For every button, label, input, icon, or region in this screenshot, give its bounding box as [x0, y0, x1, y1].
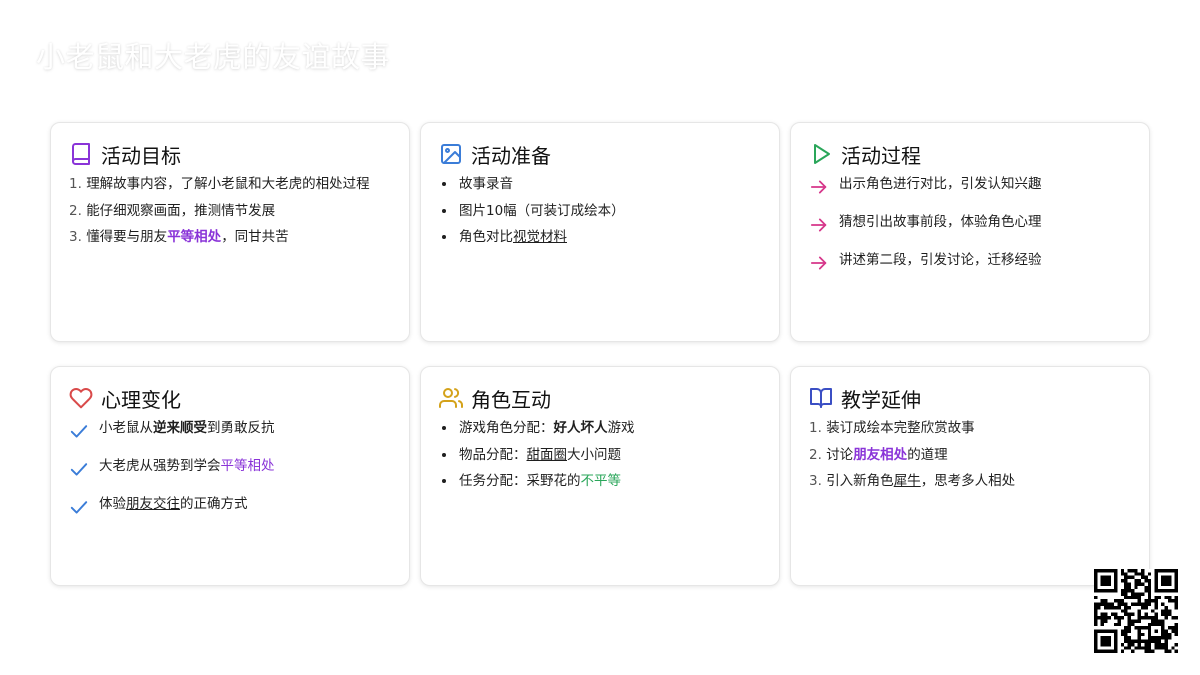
- book-icon: [69, 142, 93, 166]
- page-title: 小老鼠和大老虎的友谊故事: [36, 40, 391, 74]
- list-item: 装订成绘本完整欣赏故事: [826, 420, 975, 436]
- arrow-right-icon: [809, 251, 839, 271]
- open-book-icon: [809, 386, 833, 410]
- list-item: 物品分配：甜面圈大小问题: [457, 446, 761, 464]
- list-item: 图片10幅（可装订成绘本）: [457, 202, 761, 220]
- card-roles: 角色互动 游戏角色分配：好人坏人游戏 物品分配：甜面圈大小问题 任务分配：采野花…: [420, 366, 780, 586]
- highlight-text: 平等相处: [167, 229, 222, 245]
- check-icon: [69, 457, 99, 477]
- arrow-right-icon: [809, 175, 839, 195]
- list-item: 猜想引出故事前段，体验角色心理: [809, 213, 1131, 233]
- card-title: 教学延伸: [841, 387, 921, 412]
- bold-text: 好人坏人: [553, 420, 608, 436]
- list-item: 引入新角色犀牛，思考多人相处: [826, 473, 1016, 489]
- card-prep: 活动准备 故事录音 图片10幅（可装订成绘本） 角色对比视觉材料: [420, 122, 780, 342]
- card-title: 角色互动: [471, 387, 551, 412]
- list-item: 出示角色进行对比，引发认知兴趣: [809, 175, 1131, 195]
- list-item: 体验朋友交往的正确方式: [69, 495, 391, 515]
- card-extend: 教学延伸 装订成绘本完整欣赏故事 讨论朋友相处的道理 引入新角色犀牛，思考多人相…: [790, 366, 1150, 586]
- image-icon: [439, 142, 463, 166]
- card-process: 活动过程 出示角色进行对比，引发认知兴趣 猜想引出故事前段，体验角色心理 讲述第…: [790, 122, 1150, 342]
- check-icon: [69, 419, 99, 439]
- highlight-text: 朋友相处: [853, 446, 908, 463]
- highlight-text: 不平等: [580, 473, 622, 489]
- list-item: 小老鼠从逆来顺受到勇敢反抗: [69, 419, 391, 439]
- list-item: 讲述第二段，引发讨论，迁移经验: [809, 251, 1131, 271]
- list-item: 大老虎从强势到学会平等相处: [69, 457, 391, 477]
- underlined-text: 甜面圈: [526, 446, 568, 463]
- card-mind: 心理变化 小老鼠从逆来顺受到勇敢反抗 大老虎从强势到学会平等相处 体验朋友交往的…: [50, 366, 410, 586]
- underlined-text: 犀牛: [893, 473, 921, 489]
- list-item: 角色对比视觉材料: [457, 228, 761, 246]
- card-goals: 活动目标 理解故事内容，了解小老鼠和大老虎的相处过程 能仔细观察画面，推测情节发…: [50, 122, 410, 342]
- underlined-text: 视觉材料: [513, 229, 567, 245]
- card-title: 活动准备: [471, 143, 551, 168]
- underlined-text: 朋友交往: [126, 496, 180, 512]
- list-item: 讨论朋友相处的道理: [826, 446, 948, 463]
- list-item: 懂得要与朋友平等相处，同甘共苦: [86, 229, 289, 245]
- arrow-right-icon: [809, 213, 839, 233]
- list-item: 故事录音: [457, 175, 761, 193]
- list-item: 任务分配：采野花的不平等: [457, 472, 761, 490]
- play-icon: [809, 142, 833, 166]
- card-title: 心理变化: [101, 387, 181, 412]
- card-title: 活动目标: [101, 143, 181, 168]
- users-icon: [439, 386, 463, 410]
- list-item: 游戏角色分配：好人坏人游戏: [457, 419, 761, 437]
- card-grid: 活动目标 理解故事内容，了解小老鼠和大老虎的相处过程 能仔细观察画面，推测情节发…: [50, 122, 1150, 586]
- list-item: 理解故事内容，了解小老鼠和大老虎的相处过程: [86, 176, 370, 192]
- highlight-text: 平等相处: [220, 458, 275, 474]
- qr-code-icon: [1094, 569, 1178, 653]
- check-icon: [69, 495, 99, 515]
- heart-icon: [69, 386, 93, 410]
- bold-text: 逆来顺受: [153, 420, 207, 436]
- card-title: 活动过程: [841, 143, 921, 168]
- list-item: 能仔细观察画面，推测情节发展: [86, 202, 276, 219]
